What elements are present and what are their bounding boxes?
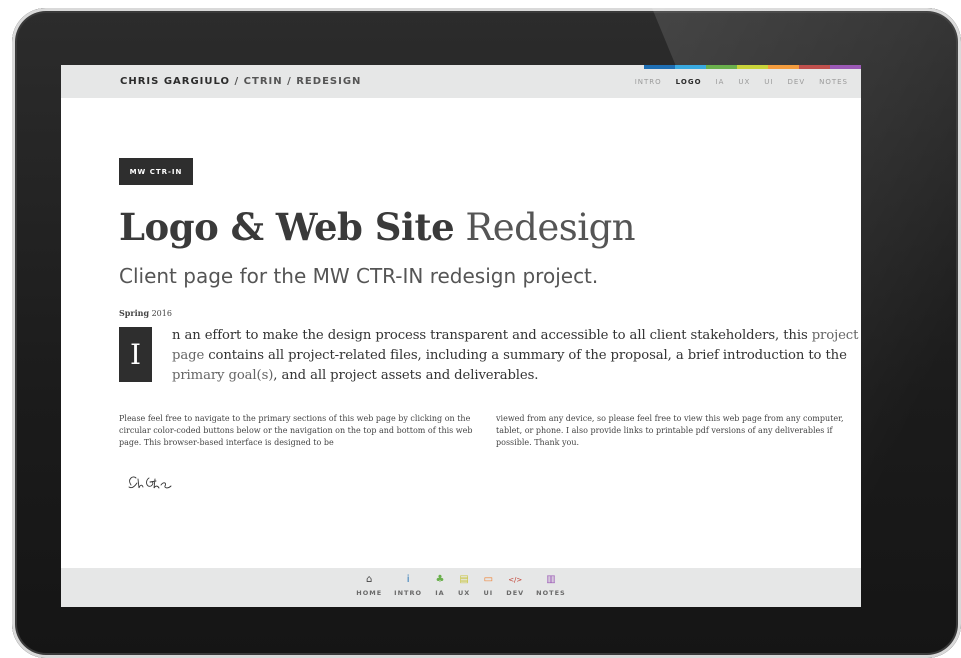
color-strip-segment [768, 65, 799, 69]
brand-name[interactable]: CHRIS GARGIULO [120, 76, 230, 87]
season-year: 2016 [151, 309, 172, 318]
color-strip-segment [830, 65, 861, 69]
body-column-left: Please feel free to navigate to the prim… [119, 414, 473, 447]
web-page-screen: CHRIS GARGIULO / CTRIN / REDESIGN INTRO … [61, 65, 861, 607]
nav-dev[interactable]: DEV [781, 78, 813, 86]
clipboard-icon: ▥ [546, 574, 556, 585]
page-subtitle: Client page for the MW CTR-IN redesign p… [119, 264, 599, 288]
page-title: Logo & Web Site Redesign [119, 205, 636, 249]
footer-notes-button[interactable]: ▥ NOTES [530, 574, 572, 597]
body-column-right: viewed from any device, so please feel f… [496, 414, 844, 447]
info-icon: i [406, 574, 410, 585]
color-strip [644, 65, 861, 69]
color-strip-segment [644, 65, 675, 69]
window-icon: ▭ [483, 574, 494, 585]
breadcrumb-redesign[interactable]: REDESIGN [296, 76, 361, 87]
nav-ia[interactable]: IA [709, 78, 732, 86]
footer-dev-label: DEV [506, 589, 525, 597]
breadcrumb: CHRIS GARGIULO / CTRIN / REDESIGN [120, 76, 361, 87]
title-light: Redesign [465, 206, 636, 249]
project-badge: MW CTR-IN [119, 158, 193, 185]
footer-intro-button[interactable]: i INTRO [388, 574, 428, 597]
color-strip-segment [799, 65, 830, 69]
title-bold: Logo & Web Site [119, 205, 455, 249]
nav-ui[interactable]: UI [757, 78, 780, 86]
home-icon: ⌂ [366, 574, 373, 585]
bottom-navigation-bar: ⌂ HOME i INTRO ♣ IA ▤ UX ▭ UI </> DEV ▥ … [61, 568, 861, 607]
footer-ux-label: UX [458, 589, 471, 597]
color-strip-segment [737, 65, 768, 69]
nav-intro[interactable]: INTRO [628, 78, 669, 86]
footer-ui-button[interactable]: ▭ UI [476, 574, 500, 597]
code-icon: </> [508, 576, 523, 584]
footer-notes-label: NOTES [536, 589, 566, 597]
top-nav: INTRO LOGO IA UX UI DEV NOTES [628, 78, 855, 86]
footer-ux-button[interactable]: ▤ UX [452, 574, 476, 597]
color-strip-segment [675, 65, 706, 69]
top-navigation-bar: CHRIS GARGIULO / CTRIN / REDESIGN INTRO … [61, 65, 861, 98]
nav-notes[interactable]: NOTES [812, 78, 855, 86]
primary-goals-link[interactable]: primary goal(s) [172, 368, 273, 383]
breadcrumb-ctrin[interactable]: CTRIN [244, 76, 283, 87]
footer-ia-label: IA [435, 589, 445, 597]
document-icon: ▤ [459, 574, 469, 585]
signature [128, 476, 172, 489]
footer-ia-button[interactable]: ♣ IA [428, 574, 452, 597]
breadcrumb-separator: / [287, 76, 292, 87]
season-date: Spring 2016 [119, 308, 172, 318]
color-strip-segment [706, 65, 737, 69]
bottom-nav: ⌂ HOME i INTRO ♣ IA ▤ UX ▭ UI </> DEV ▥ … [61, 574, 861, 597]
intro-text: n an effort to make the design process t… [172, 328, 812, 343]
intro-text: , and all project assets and deliverable… [273, 368, 539, 383]
nav-ux[interactable]: UX [731, 78, 757, 86]
intro-text: contains all project-related files, incl… [204, 348, 847, 363]
footer-ui-label: UI [483, 589, 494, 597]
sitemap-icon: ♣ [435, 574, 445, 585]
footer-dev-button[interactable]: </> DEV [500, 574, 530, 597]
season-label: Spring [119, 308, 150, 318]
footer-intro-label: INTRO [394, 589, 422, 597]
footer-home-button[interactable]: ⌂ HOME [350, 574, 388, 597]
footer-home-label: HOME [356, 589, 383, 597]
drop-cap: I [119, 327, 152, 382]
intro-paragraph: n an effort to make the design process t… [172, 326, 861, 386]
breadcrumb-separator: / [234, 76, 240, 87]
nav-logo[interactable]: LOGO [669, 78, 709, 86]
